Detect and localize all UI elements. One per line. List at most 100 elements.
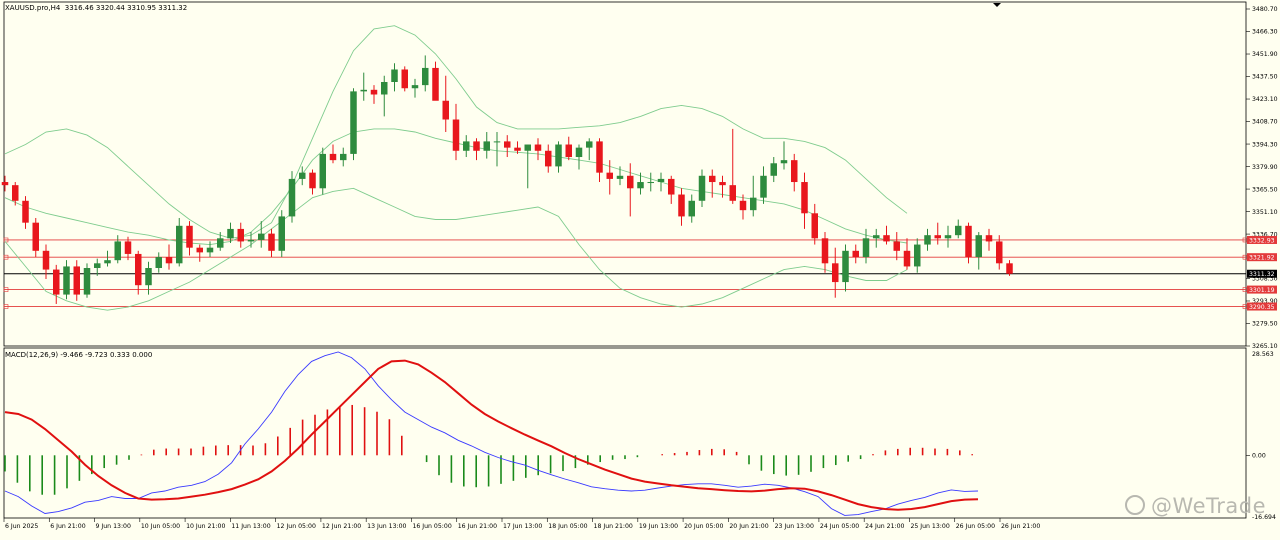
symbol-name: XAUUSD.pro,H4	[5, 4, 61, 12]
candle-bull	[575, 147, 583, 158]
candle-bull	[647, 182, 654, 184]
candle-bull	[288, 178, 296, 217]
candle-bull	[873, 235, 880, 239]
candle-bear	[73, 266, 80, 295]
candle-bull	[750, 197, 757, 211]
price-axis-label: 3466.30	[1252, 29, 1278, 36]
wetrade-watermark: @WeTrade	[1125, 494, 1266, 518]
candle-bull	[586, 141, 593, 148]
candle-bull	[206, 247, 214, 253]
candle-bear	[196, 247, 203, 253]
candle-bull	[247, 239, 255, 242]
time-axis-label: 12 Jun 05:00	[277, 523, 316, 530]
candle-bull	[411, 85, 419, 89]
time-axis-label: 19 Jun 13:00	[639, 523, 678, 530]
candle-bear	[165, 257, 173, 264]
macd-axis-label: 28.563	[1252, 351, 1274, 358]
time-axis-label: 17 Jun 13:00	[503, 523, 542, 530]
candle-bear	[596, 141, 603, 173]
time-axis-label: 24 Jun 21:00	[865, 523, 904, 530]
candle-bear	[852, 250, 859, 258]
candle-bear	[401, 69, 408, 89]
candle-bull	[637, 182, 644, 189]
shift-marker-icon[interactable]	[993, 3, 1001, 7]
price-axis-label: 3408.70	[1252, 119, 1278, 126]
candle-bull	[360, 89, 367, 92]
candle-bull	[258, 233, 265, 240]
chart-canvas[interactable]: 3480.70 3466.30 3451.90 3437.50 3423.10 3408.…	[0, 0, 1280, 536]
candle-bull	[340, 153, 347, 161]
time-axis-label: 10 Jun 21:00	[186, 523, 225, 530]
candle-bear	[934, 235, 941, 239]
candle-bear	[1006, 263, 1013, 274]
candle-bull	[555, 144, 562, 167]
candle-bear	[811, 213, 818, 239]
candle-bull	[493, 141, 501, 143]
candle-bull	[770, 163, 777, 176]
candle-bull	[483, 141, 490, 151]
ohlc-values: 3316.46 3320.44 3310.95 3311.32	[64, 4, 188, 12]
macd-signal-line	[4, 359, 979, 511]
candle-bear	[237, 228, 244, 242]
time-axis-label: 26 Jun 21:00	[1001, 523, 1040, 530]
candle-bull	[842, 250, 849, 283]
candle-bull	[391, 69, 398, 82]
candle-bear	[965, 225, 972, 258]
time-axis-label: 16 Jun 05:00	[412, 523, 451, 530]
candle-bear	[329, 153, 337, 161]
candle-bear	[504, 141, 511, 148]
candle-bull	[698, 175, 706, 201]
candle-bull	[114, 241, 121, 261]
candle-bear	[903, 250, 911, 267]
candle-bull	[145, 268, 152, 286]
candle-bull	[955, 225, 962, 236]
price-axis-label: 3394.30	[1252, 141, 1278, 148]
candle-bear	[719, 182, 726, 186]
candle-bear	[268, 233, 275, 251]
candle-bear	[985, 235, 993, 242]
time-axis-label: 10 Jun 05:00	[141, 523, 180, 530]
macd-axis-label: 0.00	[1252, 452, 1266, 459]
candle-bull	[83, 268, 91, 295]
time-axis-label: 9 Jun 13:00	[96, 523, 131, 530]
candle-bull	[319, 153, 326, 189]
price-axis-label: 3480.70	[1252, 6, 1278, 13]
price-axis-label: 3437.50	[1252, 74, 1278, 81]
candle-bear	[678, 194, 685, 217]
candle-bull	[924, 235, 931, 245]
level-price-label: 3332.93	[1249, 237, 1275, 244]
candle-bear	[801, 182, 808, 214]
candle-bear	[883, 235, 890, 242]
candle-bear	[791, 160, 798, 183]
candle-bear	[135, 253, 142, 286]
candle-bear	[739, 200, 747, 211]
candle-bear	[606, 172, 613, 179]
candle-bull	[657, 178, 665, 183]
time-axis-label: 24 Jun 05:00	[820, 523, 859, 530]
time-axis-label: 23 Jun 13:00	[775, 523, 814, 530]
candle-bull	[217, 238, 224, 248]
candle-bear	[442, 100, 449, 120]
time-axis-label: 12 Jun 21:00	[322, 523, 361, 530]
price-axis-label: 3365.50	[1252, 186, 1278, 193]
candle-bull	[176, 225, 183, 264]
candle-bull	[975, 235, 982, 258]
candle-bull	[278, 216, 285, 251]
current-price-label: 3311.32	[1249, 271, 1275, 278]
time-axis-label: 26 Jun 05:00	[956, 523, 995, 530]
candle-bear	[709, 175, 716, 183]
candle-bear	[186, 225, 193, 248]
macd-panel-frame	[3, 347, 1247, 519]
candle-bear	[473, 141, 480, 151]
candle-bear	[668, 178, 675, 195]
candle-bear	[627, 175, 634, 189]
candle-bear	[12, 185, 19, 201]
symbol-title: XAUUSD.pro,H4 3316.46 3320.44 3310.95 33…	[5, 4, 187, 12]
candle-bear	[42, 250, 50, 270]
price-panel-frame	[3, 1, 1247, 347]
trading-chart[interactable]: 3480.70 3466.30 3451.90 3437.50 3423.10 3408.…	[0, 0, 1280, 536]
candle-bull	[760, 175, 767, 198]
candle-bear	[534, 144, 542, 151]
level-price-label: 3290.35	[1249, 304, 1275, 311]
candle-bear	[821, 238, 829, 264]
